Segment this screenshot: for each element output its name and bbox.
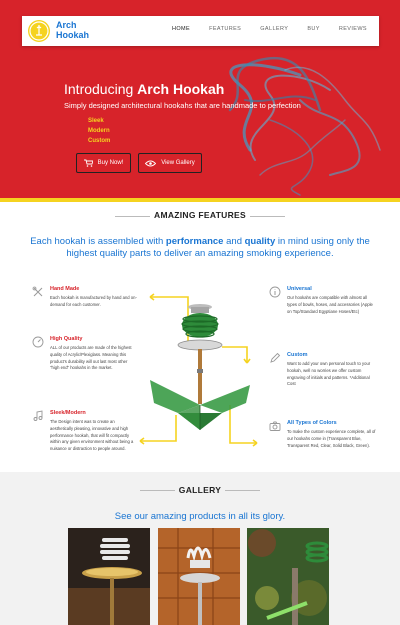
- gallery-image[interactable]: [247, 528, 329, 625]
- gallery-image[interactable]: [158, 528, 240, 625]
- hero-feature-list: Sleek Modern Custom: [88, 116, 110, 146]
- gallery-lead: See our amazing products in all its glor…: [114, 511, 286, 522]
- hero-title-bold: Arch Hookah: [137, 81, 225, 97]
- hero-title: Introducing Arch Hookah: [64, 81, 224, 97]
- feature-title: All Types of Colors: [287, 420, 337, 426]
- feature-custom: Custom Want to add your own personal tou…: [270, 352, 377, 388]
- nav-links: HOME FEATURES GALLERY BUY REVIEWS: [153, 26, 367, 32]
- feature-title: High Quality: [50, 336, 83, 342]
- lead-bold: performance: [165, 236, 224, 247]
- hookah-product-image: [139, 293, 258, 447]
- feature-colors: All Types of Colors To make the custom e…: [269, 420, 377, 449]
- gallery-title: GALLERY: [178, 485, 222, 495]
- feature-text: To make the custom experience complete, …: [287, 429, 376, 448]
- hookah-logo-icon: [28, 20, 50, 42]
- pencil-icon: [270, 352, 281, 363]
- feature-text: Our hookahs are compatible with almost a…: [287, 295, 373, 314]
- view-gallery-label: View Gallery: [161, 160, 195, 166]
- hero-section: Arch Hookah HOME FEATURES GALLERY BUY RE…: [0, 0, 400, 198]
- info-icon: [269, 286, 281, 298]
- feature-title: Universal: [287, 286, 312, 292]
- lead-bold: quality: [244, 236, 276, 247]
- nav-home[interactable]: HOME: [172, 26, 190, 32]
- nav-features[interactable]: FEATURES: [209, 26, 241, 32]
- feature-text: The Design intent was to create an aesth…: [50, 419, 134, 452]
- top-navbar: Arch Hookah HOME FEATURES GALLERY BUY RE…: [22, 16, 379, 46]
- music-note-icon: [33, 410, 43, 421]
- feature-text: Each hookah is manufactured by hand and …: [50, 295, 137, 307]
- gauge-icon: [32, 336, 44, 348]
- hero-title-prefix: Introducing: [64, 81, 138, 97]
- cart-icon: [83, 159, 93, 167]
- nav-buy[interactable]: BUY: [307, 26, 320, 32]
- feature-high-quality: High Quality ALL of our products are mad…: [32, 336, 136, 372]
- lead-text: and: [223, 236, 245, 247]
- eye-icon: [145, 160, 157, 166]
- brand-name: Arch Hookah: [56, 20, 100, 40]
- brand-name-line2: Hookah: [56, 30, 90, 40]
- lead-text: Each hookah is assembled with: [30, 236, 166, 247]
- feature-text: ALL of our products are made of the high…: [50, 345, 132, 371]
- feature-universal: Universal Our hookahs are compatible wit…: [269, 286, 377, 315]
- features-title: AMAZING FEATURES: [154, 210, 246, 220]
- hero-list-item: Custom: [88, 138, 111, 144]
- buy-now-button[interactable]: Buy Now!: [76, 153, 131, 173]
- divider-line: [250, 216, 285, 217]
- feature-sleek-modern: Sleek/Modern The Design intent was to cr…: [33, 410, 136, 453]
- feature-hand-made: Hand Made Each hookah is manufactured by…: [32, 286, 138, 309]
- feature-title: Custom: [287, 352, 308, 358]
- view-gallery-button[interactable]: View Gallery: [138, 153, 202, 173]
- nav-gallery[interactable]: GALLERY: [260, 26, 288, 32]
- features-lead: Each hookah is assembled with performanc…: [20, 236, 380, 260]
- feature-text: Want to add your own personal touch to y…: [287, 361, 371, 387]
- tools-icon: [32, 286, 43, 297]
- nav-reviews[interactable]: REVIEWS: [339, 26, 367, 32]
- hero-list-item: Sleek: [88, 118, 104, 124]
- brand-name-line1: Arch: [56, 20, 77, 30]
- brand-logo[interactable]: Arch Hookah: [28, 20, 98, 42]
- feature-title: Hand Made: [50, 286, 80, 292]
- feature-title: Sleek/Modern: [50, 410, 86, 416]
- hero-accent-stripe: [0, 198, 400, 202]
- hero-subtitle: Simply designed architectural hookahs th…: [64, 101, 301, 110]
- buy-now-label: Buy Now!: [97, 160, 124, 166]
- gallery-image[interactable]: [68, 528, 150, 625]
- camera-icon: [269, 421, 281, 431]
- divider-line: [225, 490, 260, 491]
- hero-list-item: Modern: [88, 128, 110, 134]
